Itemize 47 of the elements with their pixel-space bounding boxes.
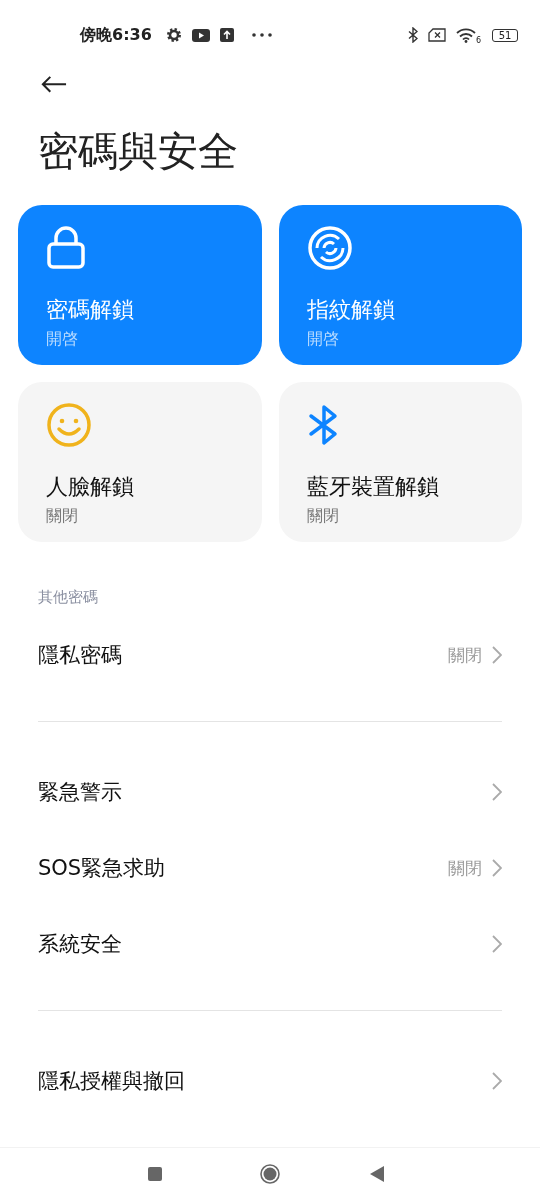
unlock-tile[interactable]: 藍牙裝置解鎖 關閉 [278, 382, 522, 543]
sim-icon [428, 28, 446, 43]
tile-title: 人臉解鎖 [46, 473, 134, 502]
upload-icon [219, 28, 234, 43]
chevron-right-icon [492, 859, 502, 878]
settings-row[interactable]: SOS緊急求助 關閉 [38, 830, 502, 907]
more-icon [251, 33, 272, 38]
chevron-right-icon [492, 783, 502, 802]
wifi-icon [456, 27, 476, 43]
tile-status: 關閉 [306, 506, 339, 528]
lock-icon [46, 225, 86, 272]
section-label: 其他密碼 [38, 588, 99, 608]
unlock-tile[interactable]: 密碼解鎖 開啓 [18, 205, 262, 366]
settings-row[interactable]: 系統安全 [38, 906, 502, 983]
tile-status: 開啓 [306, 329, 339, 351]
smiley-icon [46, 402, 92, 449]
row-label: 緊急警示 [38, 779, 123, 807]
chevron-right-icon [492, 1072, 502, 1091]
status-time: 傍晚6:36 [80, 24, 152, 46]
bluetooth-icon [408, 27, 418, 44]
back-button[interactable] [40, 74, 68, 94]
unlock-tile[interactable]: 指紋解鎖 開啓 [278, 205, 522, 366]
settings-row[interactable]: 隱私密碼 關閉 [38, 617, 502, 694]
row-label: 系統安全 [38, 931, 123, 959]
page-title: 密碼與安全 [38, 127, 239, 176]
unlock-tile[interactable]: 人臉解鎖 關閉 [18, 382, 262, 543]
row-label: 隱私授權與撤回 [38, 1068, 186, 1096]
tile-status: 關閉 [46, 506, 78, 528]
settings-row[interactable]: 隱私授權與撤回 [38, 1043, 502, 1120]
tile-status: 開啓 [46, 329, 78, 351]
chevron-right-icon [492, 935, 502, 954]
row-label: 隱私密碼 [38, 642, 123, 670]
tile-title: 指紋解鎖 [306, 296, 395, 325]
chevron-right-icon [492, 646, 502, 665]
home-button[interactable] [260, 1164, 280, 1184]
row-value: 關閉 [448, 856, 482, 880]
play-icon [191, 28, 210, 42]
tile-title: 藍牙裝置解鎖 [306, 473, 439, 502]
row-value: 關閉 [448, 643, 482, 667]
settings-row[interactable]: 緊急警示 [38, 754, 502, 831]
row-label: SOS緊急求助 [38, 855, 167, 883]
tile-title: 密碼解鎖 [46, 296, 134, 325]
gear-icon [165, 27, 182, 44]
fingerprint-icon [306, 225, 353, 272]
battery-level: 51 [492, 28, 518, 42]
back-nav-button[interactable] [370, 1166, 384, 1182]
wifi-label: 6 [475, 35, 481, 45]
